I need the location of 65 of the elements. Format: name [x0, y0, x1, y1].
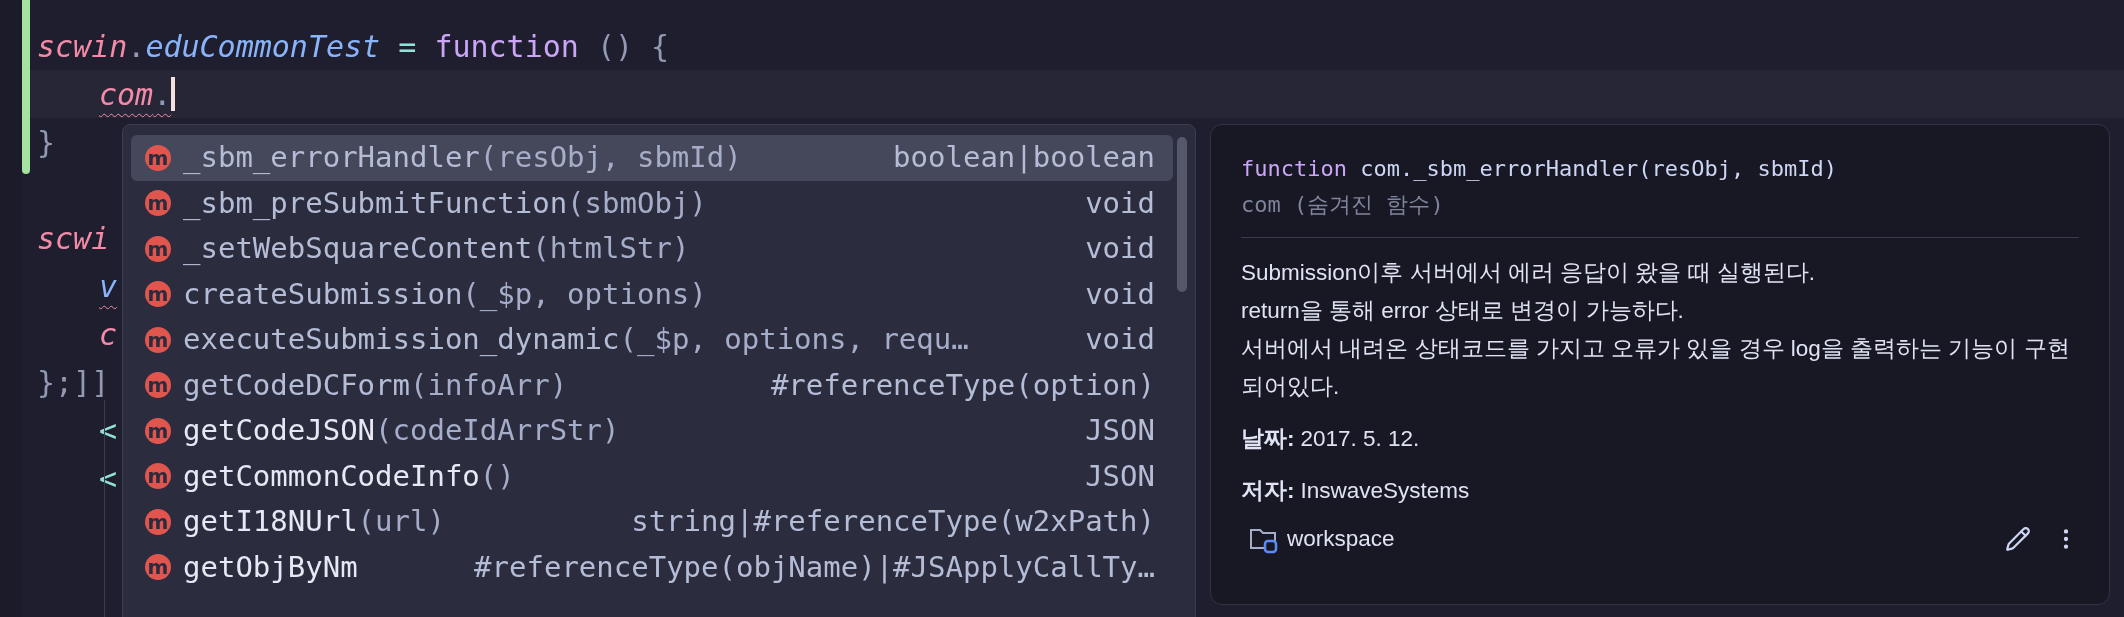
item-label: getCodeJSON(codeIdArrStr) — [183, 412, 620, 449]
function-signature: function com._sbm_errorHandler(resObj, sbmId) — [1241, 155, 1839, 183]
method-icon: m — [145, 190, 171, 217]
item-type: void — [1085, 275, 1155, 313]
text-cursor — [171, 77, 176, 111]
item-type: #referenceType(option) — [770, 366, 1155, 404]
code-token: };]] — [37, 363, 110, 402]
method-icon: m — [145, 417, 171, 444]
item-label: executeSubmission_dynamic(_$p, options, requ… — [183, 321, 969, 358]
method-icon: m — [145, 326, 171, 353]
item-label: _sbm_preSubmitFunction(sbmObj) — [183, 184, 707, 222]
item-type: JSON — [1085, 412, 1155, 449]
completion-item[interactable]: m getObjByNm #referenceType(objName)|#JSApplyCallTy… — [131, 544, 1173, 590]
edit-icon[interactable] — [2005, 525, 2031, 552]
item-type: #referenceType(objName)|#JSApplyCallTy… — [474, 548, 1155, 586]
completion-item[interactable]: m getCommonCodeInfo() JSON — [131, 453, 1173, 499]
field-label: 저자: — [1241, 477, 1295, 505]
code-token: v — [99, 267, 118, 306]
method-icon: m — [145, 235, 171, 262]
code-token: eduCommonTest — [145, 27, 381, 66]
completion-item[interactable]: m getI18NUrl(url) string|#referenceType(w2xPath) — [131, 499, 1173, 545]
completion-item[interactable]: m executeSubmission_dynamic(_$p, options, requ… void — [131, 317, 1173, 363]
code-token: com — [99, 75, 154, 114]
item-label: getI18NUrl(url) — [183, 503, 445, 540]
location-label: workspace — [1287, 525, 1395, 553]
code-token: scwi — [37, 219, 110, 258]
code-token: . — [127, 27, 146, 66]
method-icon: m — [145, 281, 171, 308]
item-label: _sbm_errorHandler(resObj, sbmId) — [183, 139, 742, 176]
description-text: Submission이후 서버에서 에러 응답이 왔을 때 실행된다. — [1241, 259, 1817, 287]
completion-item[interactable]: m createSubmission(_$p, options) void — [131, 271, 1173, 317]
item-label: getCodeDCForm(infoArr) — [183, 366, 568, 404]
item-type: string|#referenceType(w2xPath) — [631, 503, 1155, 540]
description-text: 서버에서 내려온 상태코드를 가지고 오류가 있을 경우 log을 출력하는 기능이 구현되어있다. — [1241, 335, 2071, 401]
code-token: () { — [595, 27, 670, 66]
code-token: } — [37, 123, 56, 162]
field-value: InswaveSystems — [1300, 477, 1470, 505]
item-type: JSON — [1085, 457, 1155, 495]
item-type: void — [1085, 230, 1155, 267]
field-label: 날짜: — [1241, 425, 1295, 453]
completion-item[interactable]: m _sbm_errorHandler(resObj, sbmId) boolean|boolean — [131, 135, 1173, 181]
method-icon: m — [145, 508, 171, 535]
item-label: getObjByNm — [183, 548, 358, 586]
description-text: return을 통해 error 상태로 변경이 가능하다. — [1241, 297, 1685, 325]
code-token: function — [434, 27, 579, 66]
method-icon: m — [145, 372, 171, 399]
code-token: . — [153, 75, 172, 114]
item-type: void — [1085, 184, 1155, 222]
completion-item[interactable]: m getCodeJSON(codeIdArrStr) JSON — [131, 408, 1173, 454]
item-type: boolean|boolean — [893, 139, 1155, 176]
item-label: createSubmission(_$p, options) — [183, 275, 707, 313]
completion-item[interactable]: m _setWebSquareContent(htmlStr) void — [131, 226, 1173, 272]
item-label: _setWebSquareContent(htmlStr) — [183, 230, 690, 267]
code-token: c — [99, 315, 118, 354]
method-icon: m — [145, 144, 171, 171]
completion-item[interactable]: m getCodeDCForm(infoArr) #referenceType(option) — [131, 362, 1173, 408]
item-type: void — [1085, 321, 1155, 358]
field-value: 2017. 5. 12. — [1300, 425, 1420, 453]
item-label: getCommonCodeInfo() — [183, 457, 515, 495]
method-icon: m — [145, 554, 171, 581]
code-token: = — [397, 27, 418, 66]
code-token: scwin — [37, 27, 128, 66]
method-icon: m — [145, 463, 171, 490]
container-label: com (숨겨진 함수) — [1241, 191, 1445, 219]
completion-item[interactable]: m _sbm_preSubmitFunction(sbmObj) void — [131, 180, 1173, 226]
